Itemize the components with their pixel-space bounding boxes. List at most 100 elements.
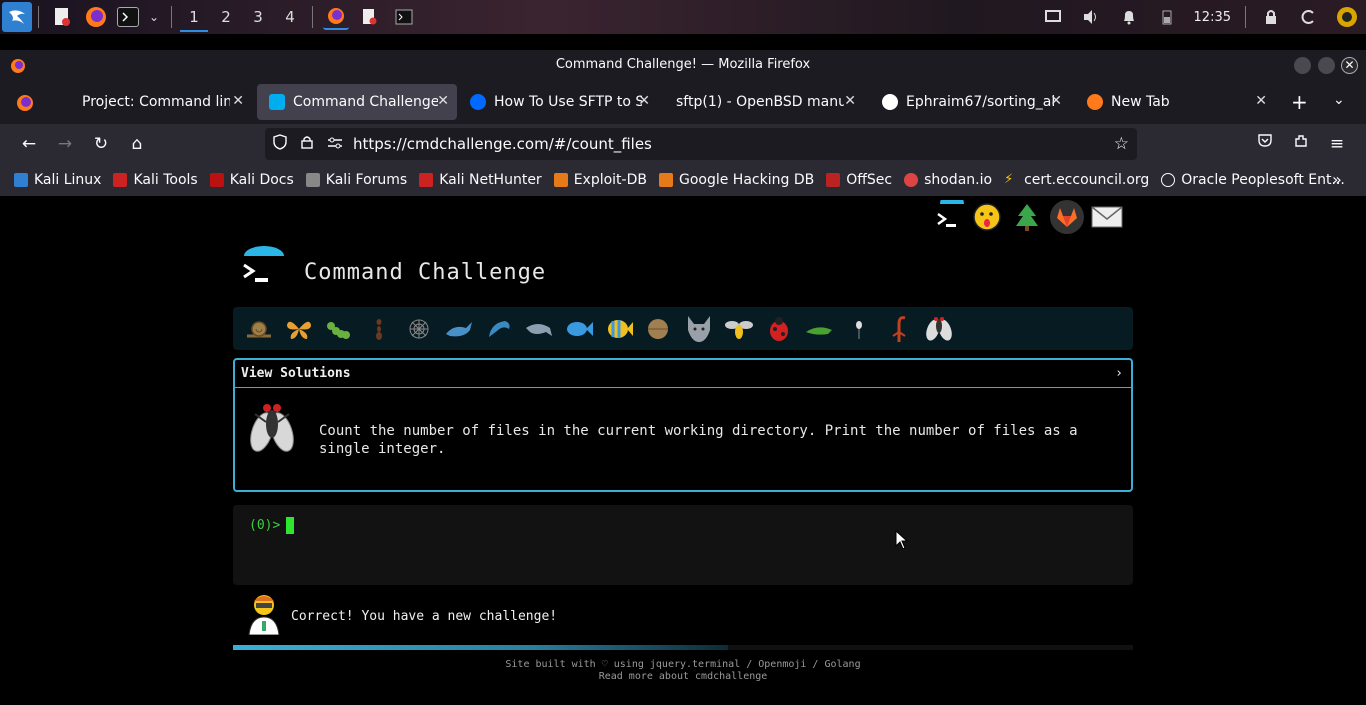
list-all-tabs-chevron-icon[interactable]: ⌄	[1333, 92, 1345, 108]
close-icon[interactable]: ✕	[437, 93, 449, 109]
challenge-navigation	[233, 307, 1133, 350]
window-title: Command Challenge! — Mozilla Firefox	[555, 57, 811, 72]
bookmark-kali-tools[interactable]: Kali Tools	[113, 172, 198, 188]
lightning-icon: ⚡	[1004, 172, 1014, 187]
text-editor-icon[interactable]	[49, 4, 75, 30]
snail-icon[interactable]	[239, 309, 279, 349]
fly-icon[interactable]	[919, 309, 959, 349]
footer-credits[interactable]: Site built with ♡ using jquery.terminal …	[233, 659, 1133, 671]
bookmark-exploit-db[interactable]: Exploit-DB	[553, 172, 647, 188]
hamburger-menu-icon[interactable]: ≡	[1325, 132, 1349, 156]
url-bar[interactable]: https://cmdchallenge.com/#/count_files ☆	[265, 128, 1137, 160]
butterfly-icon[interactable]	[279, 309, 319, 349]
nethunter-icon	[419, 173, 434, 187]
close-icon[interactable]: ✕	[232, 93, 244, 109]
mail-icon[interactable]	[1090, 200, 1124, 234]
scorpion-icon[interactable]	[879, 309, 919, 349]
bookmark-offsec[interactable]: OffSec	[826, 172, 892, 188]
back-arrow-icon[interactable]: ←	[17, 132, 41, 156]
tab-command-challenge[interactable]: Command Challenge! ✕	[257, 84, 457, 120]
url-text[interactable]: https://cmdchallenge.com/#/count_files	[353, 135, 652, 153]
user-avatar-icon[interactable]	[1334, 4, 1360, 30]
reload-icon[interactable]: ↻	[89, 132, 113, 156]
spider-web-icon[interactable]	[399, 309, 439, 349]
gitlab-icon[interactable]	[1050, 200, 1084, 234]
bookmark-oracle-peoplesoft[interactable]: Oracle Peoplesoft Ent...	[1161, 172, 1345, 188]
close-icon[interactable]: ✕	[1255, 93, 1267, 109]
close-icon[interactable]: ✕	[1050, 93, 1062, 109]
home-icon[interactable]: ⌂	[125, 132, 149, 156]
page-footer: Site built with ♡ using jquery.terminal …	[233, 659, 1133, 683]
dolphin-2-icon[interactable]	[519, 309, 559, 349]
close-icon[interactable]: ✕	[638, 93, 650, 109]
bookmark-kali-forums[interactable]: Kali Forums	[305, 172, 407, 188]
cricket-icon[interactable]	[799, 309, 839, 349]
mosquito-icon[interactable]	[839, 309, 879, 349]
challenge-box: View Solutions › Count the number of fil…	[233, 358, 1133, 492]
logout-icon[interactable]	[1296, 4, 1322, 30]
terminal-input[interactable]: (0)>	[233, 505, 1133, 585]
notification-bell-icon[interactable]	[1116, 4, 1142, 30]
terminal-prompt[interactable]: (0)>	[249, 517, 295, 534]
close-window-button[interactable]: ✕	[1341, 57, 1358, 74]
extensions-icon[interactable]	[1289, 132, 1313, 156]
wolf-icon[interactable]	[679, 309, 719, 349]
bee-icon[interactable]	[719, 309, 759, 349]
tab-new-tab[interactable]: New Tab ✕	[1075, 84, 1275, 120]
tree-icon[interactable]	[1010, 200, 1044, 234]
new-tab-plus-icon[interactable]: +	[1291, 90, 1308, 114]
minimize-button[interactable]	[1294, 57, 1311, 74]
shodan-icon	[904, 173, 919, 187]
ant-icon[interactable]	[359, 309, 399, 349]
chevron-down-icon[interactable]: ⌄	[147, 4, 161, 30]
firefox-icon[interactable]	[83, 4, 109, 30]
fish-icon[interactable]	[559, 309, 599, 349]
shield-icon[interactable]	[273, 134, 291, 154]
tab-sftp-digitalocean[interactable]: How To Use SFTP to Se ✕	[458, 84, 658, 120]
permissions-icon[interactable]	[327, 135, 347, 153]
workspace-4[interactable]: 4	[274, 0, 306, 34]
bookmark-cert-eccouncil[interactable]: ⚡ cert.eccouncil.org	[1004, 172, 1149, 188]
terminal-icon[interactable]	[117, 7, 139, 27]
progress-fill	[233, 645, 728, 650]
editor-task-icon[interactable]	[357, 4, 383, 30]
workspace-1[interactable]: 1	[178, 0, 210, 34]
result-text: Correct! You have a new challenge!	[291, 608, 558, 624]
maximize-button[interactable]	[1318, 57, 1335, 74]
terminal-logo-icon[interactable]	[930, 200, 964, 234]
window-titlebar: Command Challenge! — Mozilla Firefox ✕	[0, 50, 1366, 80]
bookmark-kali-nethunter[interactable]: Kali NetHunter	[419, 172, 542, 188]
tab-sftp-manual[interactable]: sftp(1) - OpenBSD manual ✕	[664, 84, 864, 120]
shushing-face-icon[interactable]	[970, 200, 1004, 234]
terminal-cursor	[286, 517, 295, 534]
lock-icon[interactable]	[301, 135, 319, 153]
display-icon[interactable]	[1040, 4, 1066, 30]
whale-icon[interactable]	[439, 309, 479, 349]
terminal-task-icon[interactable]	[391, 4, 417, 30]
tab-project-command-line[interactable]: Project: Command line ✕	[70, 84, 252, 120]
bookmark-kali-docs[interactable]: Kali Docs	[209, 172, 294, 188]
workspace-3[interactable]: 3	[242, 0, 274, 34]
pocket-icon[interactable]	[1253, 132, 1277, 156]
caterpillar-icon[interactable]	[319, 309, 359, 349]
bookmark-kali-linux[interactable]: Kali Linux	[14, 172, 101, 188]
forward-arrow-icon[interactable]: →	[53, 132, 77, 156]
bookmark-shodan[interactable]: shodan.io	[904, 172, 992, 188]
tab-github-sorting[interactable]: Ephraim67/sorting_alg ✕	[870, 84, 1070, 120]
lock-icon[interactable]	[1258, 4, 1284, 30]
bookmark-google-hacking-db[interactable]: Google Hacking DB	[658, 172, 814, 188]
bookmark-star-icon[interactable]: ☆	[1114, 134, 1129, 154]
close-icon[interactable]: ✕	[844, 93, 856, 109]
footer-read-more-link[interactable]: Read more about cmdchallenge	[233, 671, 1133, 683]
dolphin-icon[interactable]	[479, 309, 519, 349]
workspace-2[interactable]: 2	[210, 0, 242, 34]
bookmarks-overflow-chevron-icon[interactable]: »	[1332, 170, 1342, 189]
firefox-task-icon[interactable]	[323, 4, 349, 30]
view-solutions-toggle[interactable]: View Solutions ›	[235, 360, 1131, 388]
ladybug-icon[interactable]	[759, 309, 799, 349]
tropical-fish-icon[interactable]	[599, 309, 639, 349]
kali-menu-icon[interactable]	[2, 2, 32, 32]
blowfish-icon[interactable]	[639, 309, 679, 349]
volume-icon[interactable]	[1078, 4, 1104, 30]
firefox-view-icon[interactable]	[16, 94, 34, 116]
